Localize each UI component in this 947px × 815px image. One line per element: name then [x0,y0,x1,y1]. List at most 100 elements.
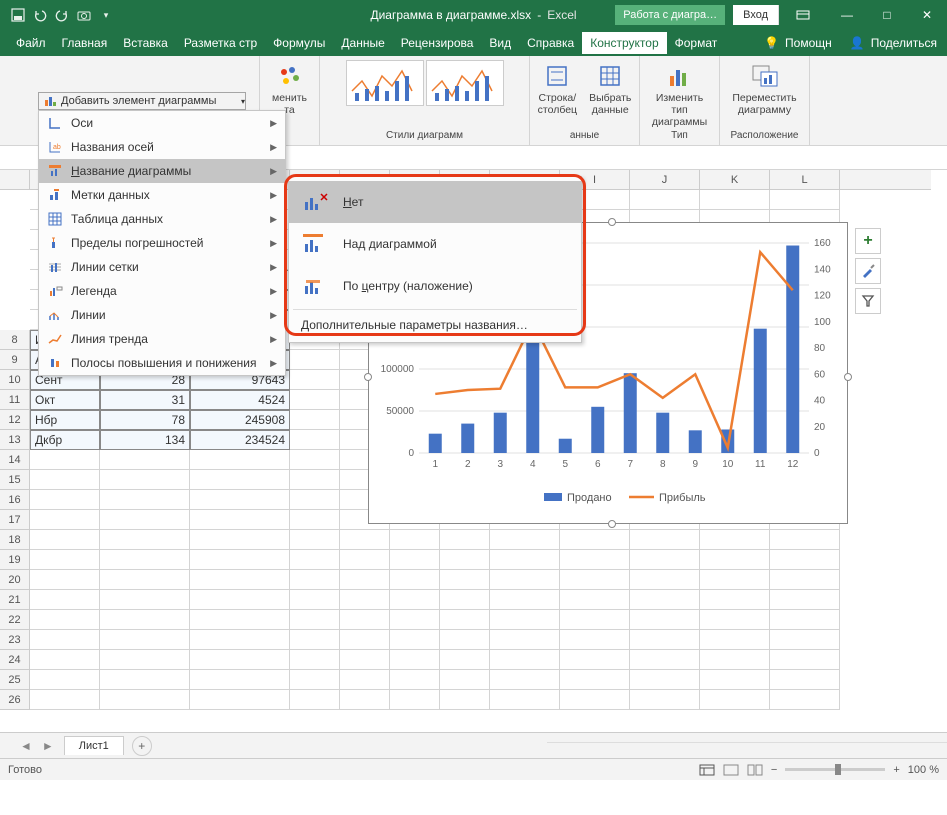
cell-J25[interactable] [630,670,700,690]
cell-B15[interactable] [100,470,190,490]
row-header-8[interactable]: 8 [0,330,30,350]
cell-E21[interactable] [340,590,390,610]
cell-C15[interactable] [190,470,290,490]
cell-A22[interactable] [30,610,100,630]
redo-icon[interactable] [52,5,72,25]
cell-A20[interactable] [30,570,100,590]
cell-D21[interactable] [290,590,340,610]
col-header-K[interactable]: K [700,170,770,189]
cell-H26[interactable] [490,690,560,710]
cell-H23[interactable] [490,630,560,650]
cell-K20[interactable] [700,570,770,590]
row-header-21[interactable]: 21 [0,590,30,610]
dropdown-item-axis-titles[interactable]: abНазвания осей▶ [39,135,285,159]
tab-design[interactable]: Конструктор [582,32,666,54]
cell-I26[interactable] [560,690,630,710]
cell-A21[interactable] [30,590,100,610]
cell-D18[interactable] [290,530,340,550]
cell-E22[interactable] [340,610,390,630]
cell-E26[interactable] [340,690,390,710]
row-header-13[interactable]: 13 [0,430,30,450]
cell-B21[interactable] [100,590,190,610]
dropdown-item-gridlines[interactable]: Линии сетки▶ [39,255,285,279]
cell-K23[interactable] [700,630,770,650]
cell-H20[interactable] [490,570,560,590]
cell-D17[interactable] [290,510,340,530]
cell-L19[interactable] [770,550,840,570]
cell-A23[interactable] [30,630,100,650]
cell-I20[interactable] [560,570,630,590]
chart-style-2[interactable] [426,60,504,106]
cell-B26[interactable] [100,690,190,710]
cell-B12[interactable]: 78 [100,410,190,430]
minimize-icon[interactable]: — [827,0,867,30]
cell-A18[interactable] [30,530,100,550]
cell-J21[interactable] [630,590,700,610]
dropdown-item-chart-title[interactable]: Название диаграммы▶ [39,159,285,183]
cell-L18[interactable] [770,530,840,550]
close-icon[interactable]: ✕ [907,0,947,30]
row-header-16[interactable]: 16 [0,490,30,510]
cell-D9[interactable] [290,350,340,370]
resize-handle[interactable] [608,520,616,528]
cell-I18[interactable] [560,530,630,550]
cell-G18[interactable] [440,530,490,550]
cell-L20[interactable] [770,570,840,590]
view-layout-icon[interactable] [723,764,739,776]
cell-C13[interactable]: 234524 [190,430,290,450]
cell-B24[interactable] [100,650,190,670]
cell-J18[interactable] [630,530,700,550]
cell-E18[interactable] [340,530,390,550]
cell-A16[interactable] [30,490,100,510]
cell-I22[interactable] [560,610,630,630]
cell-I25[interactable] [560,670,630,690]
row-header-24[interactable]: 24 [0,650,30,670]
cell-K24[interactable] [700,650,770,670]
zoom-out-button[interactable]: − [771,764,777,776]
cell-B23[interactable] [100,630,190,650]
cell-G19[interactable] [440,550,490,570]
resize-handle[interactable] [844,373,852,381]
cell-G22[interactable] [440,610,490,630]
cell-C19[interactable] [190,550,290,570]
cell-F26[interactable] [390,690,440,710]
cell-I24[interactable] [560,650,630,670]
tell-me[interactable]: Помощн [785,36,832,50]
cell-K18[interactable] [700,530,770,550]
cell-D13[interactable] [290,430,340,450]
dropdown-item-updown-bars[interactable]: Полосы повышения и понижения▶ [39,351,285,375]
cell-C16[interactable] [190,490,290,510]
submenu-more-options[interactable]: Дополнительные параметры названия… [289,312,581,338]
row-header-22[interactable]: 22 [0,610,30,630]
cell-B13[interactable]: 134 [100,430,190,450]
sheet-nav-prev[interactable]: ◄ [20,739,32,753]
cell-F19[interactable] [390,550,440,570]
cell-B16[interactable] [100,490,190,510]
cell-J20[interactable] [630,570,700,590]
dropdown-item-error-bars[interactable]: Пределы погрешностей▶ [39,231,285,255]
col-header-J[interactable]: J [630,170,700,189]
select-data-button[interactable]: Выбрать данные [585,60,635,118]
cell-E19[interactable] [340,550,390,570]
cell-I23[interactable] [560,630,630,650]
cell-L23[interactable] [770,630,840,650]
cell-L1[interactable] [770,190,840,210]
cell-L22[interactable] [770,610,840,630]
tab-insert[interactable]: Вставка [115,32,176,54]
resize-handle[interactable] [364,373,372,381]
cell-B22[interactable] [100,610,190,630]
cell-E24[interactable] [340,650,390,670]
cell-A26[interactable] [30,690,100,710]
row-header-25[interactable]: 25 [0,670,30,690]
cell-K19[interactable] [700,550,770,570]
cell-F24[interactable] [390,650,440,670]
cell-L25[interactable] [770,670,840,690]
sheet-nav-next[interactable]: ► [42,739,54,753]
cell-D10[interactable] [290,370,340,390]
cell-J19[interactable] [630,550,700,570]
row-header-23[interactable]: 23 [0,630,30,650]
tab-format[interactable]: Формат [667,32,726,54]
cell-L21[interactable] [770,590,840,610]
dropdown-item-axes[interactable]: Оси▶ [39,111,285,135]
qat-dropdown-icon[interactable]: ▾ [96,5,116,25]
